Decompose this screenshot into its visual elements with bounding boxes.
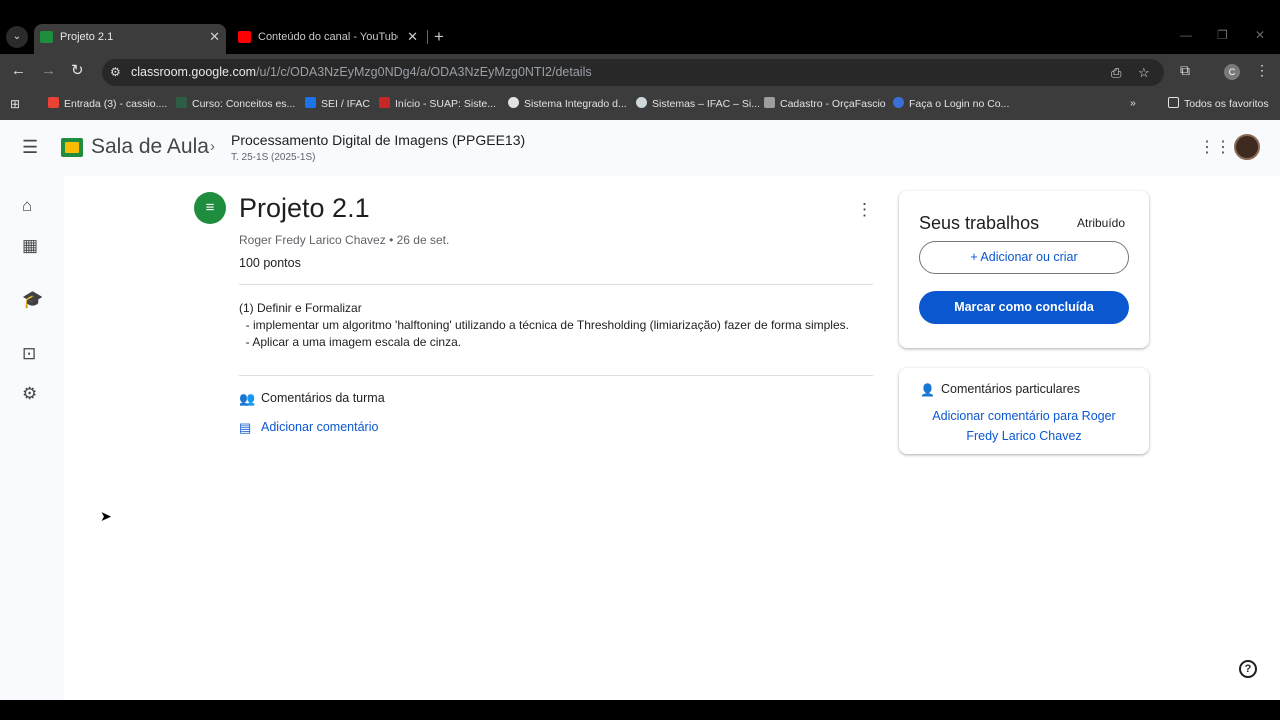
add-class-comment-link[interactable]: Adicionar comentário — [261, 420, 378, 434]
main-menu-icon[interactable]: ☰ — [22, 138, 38, 156]
reload-icon[interactable]: ↻ — [71, 62, 84, 80]
tab-title: Projeto 2.1 — [60, 31, 114, 43]
close-window-icon[interactable]: ✕ — [1255, 28, 1265, 42]
login-icon — [893, 97, 904, 108]
address-bar[interactable]: ⚙ classroom.google.com/u/1/c/ODA3NzEyMzg… — [102, 59, 1164, 86]
calendar-icon[interactable]: ▦ — [22, 236, 38, 256]
globe-icon — [508, 97, 519, 108]
all-bookmarks-folder[interactable]: Todos os favoritos — [1168, 97, 1269, 110]
private-comments-title: Comentários particulares — [941, 382, 1080, 396]
divider — [239, 375, 873, 376]
extensions-puzzle-icon[interactable]: ⧉ — [1180, 62, 1190, 79]
bookmarks-bar: Entrada (3) - cassio.... Curso: Conceito… — [0, 90, 1280, 120]
side-nav: ⌂ ▦ 🎓 ⊡ ⚙ — [0, 176, 64, 700]
new-tab-plus-icon[interactable]: + — [434, 28, 444, 46]
add-or-create-label: Adicionar ou criar — [980, 250, 1078, 264]
bookmark-item[interactable]: Sistemas – IFAC – Si... — [636, 97, 760, 110]
more-options-icon[interactable]: ⋮ — [856, 200, 873, 220]
course-subtitle: T. 25-1S (2025-1S) — [231, 152, 316, 163]
add-or-create-button[interactable]: + Adicionar ou criar — [919, 241, 1129, 274]
sei-icon — [305, 97, 316, 108]
classroom-favicon-icon — [40, 31, 53, 43]
bookmark-item[interactable]: SEI / IFAC — [305, 97, 370, 110]
archive-todo-icon[interactable]: ⊡ — [22, 344, 36, 364]
close-tab-icon[interactable]: ✕ — [209, 24, 220, 50]
suap-icon — [379, 97, 390, 108]
assignment-description: (1) Definir e Formalizar - implementar u… — [239, 301, 849, 349]
add-private-comment-link[interactable]: Adicionar comentário para Roger Fredy La… — [919, 406, 1129, 446]
assignment-icon: ≡ — [194, 192, 226, 224]
assignment-title: Projeto 2.1 — [239, 193, 370, 223]
url-text[interactable]: classroom.google.com/u/1/c/ODA3NzEyMzg0N… — [131, 65, 592, 79]
bookmark-item[interactable]: Faça o Login no Co... — [893, 97, 1009, 110]
minimize-icon[interactable]: — — [1180, 28, 1192, 42]
mouse-cursor-icon: ➤ — [100, 508, 112, 524]
bookmark-item[interactable]: Sistema Integrado d... — [508, 97, 627, 110]
browser-menu-icon[interactable]: ⋮ — [1255, 62, 1269, 79]
profile-avatar-icon[interactable]: C — [1224, 64, 1240, 80]
youtube-favicon-icon — [238, 31, 251, 43]
gmail-icon — [48, 97, 59, 108]
work-status: Atribuído — [1077, 216, 1126, 230]
home-icon[interactable]: ⌂ — [22, 196, 32, 216]
settings-gear-icon[interactable]: ⚙ — [22, 384, 37, 404]
browser-tab-strip: ⌄ Projeto 2.1 ✕ Conteúdo do canal - YouT… — [0, 0, 1280, 54]
tab-youtube[interactable]: Conteúdo do canal - YouTube S ✕ — [232, 24, 424, 52]
browser-toolbar: ← → ↻ ⚙ classroom.google.com/u/1/c/ODA3N… — [0, 54, 1280, 90]
person-icon: 👤 — [920, 383, 935, 397]
wordpress-icon — [636, 97, 647, 108]
back-arrow-icon[interactable]: ← — [11, 62, 26, 80]
assignment-meta: Roger Fredy Larico Chavez • 26 de set. — [239, 233, 450, 247]
app-brand[interactable]: Sala de Aula — [91, 135, 209, 159]
chevron-right-icon: › — [210, 138, 215, 155]
bookmark-star-icon[interactable]: ☆ — [1138, 65, 1150, 81]
help-icon[interactable]: ? — [1239, 660, 1257, 678]
your-work-title: Seus trabalhos — [919, 213, 1040, 233]
orcafascio-icon — [764, 97, 775, 108]
divider — [239, 284, 873, 285]
apps-grid-icon[interactable]: ⊞ — [10, 97, 20, 111]
assignment-points: 100 pontos — [239, 256, 301, 270]
forward-arrow-icon[interactable]: → — [41, 62, 56, 80]
people-icon: 👥 — [239, 391, 256, 406]
tab-separator — [427, 30, 428, 44]
folder-icon — [1168, 97, 1179, 108]
user-avatar[interactable] — [1234, 134, 1260, 160]
course-title[interactable]: Processamento Digital de Imagens (PPGEE1… — [231, 132, 525, 148]
site-info-icon[interactable]: ⚙ — [110, 65, 121, 79]
bookmark-item[interactable]: Curso: Conceitos es... — [176, 97, 295, 110]
tab-title: Conteúdo do canal - YouTube S — [258, 31, 398, 43]
restore-icon[interactable]: ❐ — [1217, 28, 1228, 42]
course-icon — [176, 97, 187, 108]
mark-done-button[interactable]: Marcar como concluída — [919, 291, 1129, 324]
bookmark-item[interactable]: Cadastro - OrçaFascio — [764, 97, 886, 110]
bottom-bar — [0, 700, 1280, 720]
more-bookmarks-icon[interactable]: » — [1130, 97, 1136, 109]
plus-icon: + — [970, 250, 981, 264]
classroom-logo-icon[interactable] — [61, 138, 83, 157]
class-comments-label: Comentários da turma — [261, 391, 385, 405]
bookmark-item[interactable]: Entrada (3) - cassio.... — [48, 97, 167, 110]
app-header: ☰ Sala de Aula › Processamento Digital d… — [0, 120, 1280, 176]
tab-search-chevron-icon[interactable]: ⌄ — [6, 26, 28, 48]
comment-icon[interactable]: ▤ — [239, 420, 251, 436]
tab-projeto[interactable]: Projeto 2.1 ✕ — [34, 24, 226, 54]
enrolled-graduation-cap-icon[interactable]: 🎓 — [22, 290, 43, 310]
bookmark-item[interactable]: Início - SUAP: Siste... — [379, 97, 496, 110]
close-tab-icon[interactable]: ✕ — [407, 24, 418, 50]
install-app-icon[interactable]: ⎙ — [1111, 65, 1121, 81]
